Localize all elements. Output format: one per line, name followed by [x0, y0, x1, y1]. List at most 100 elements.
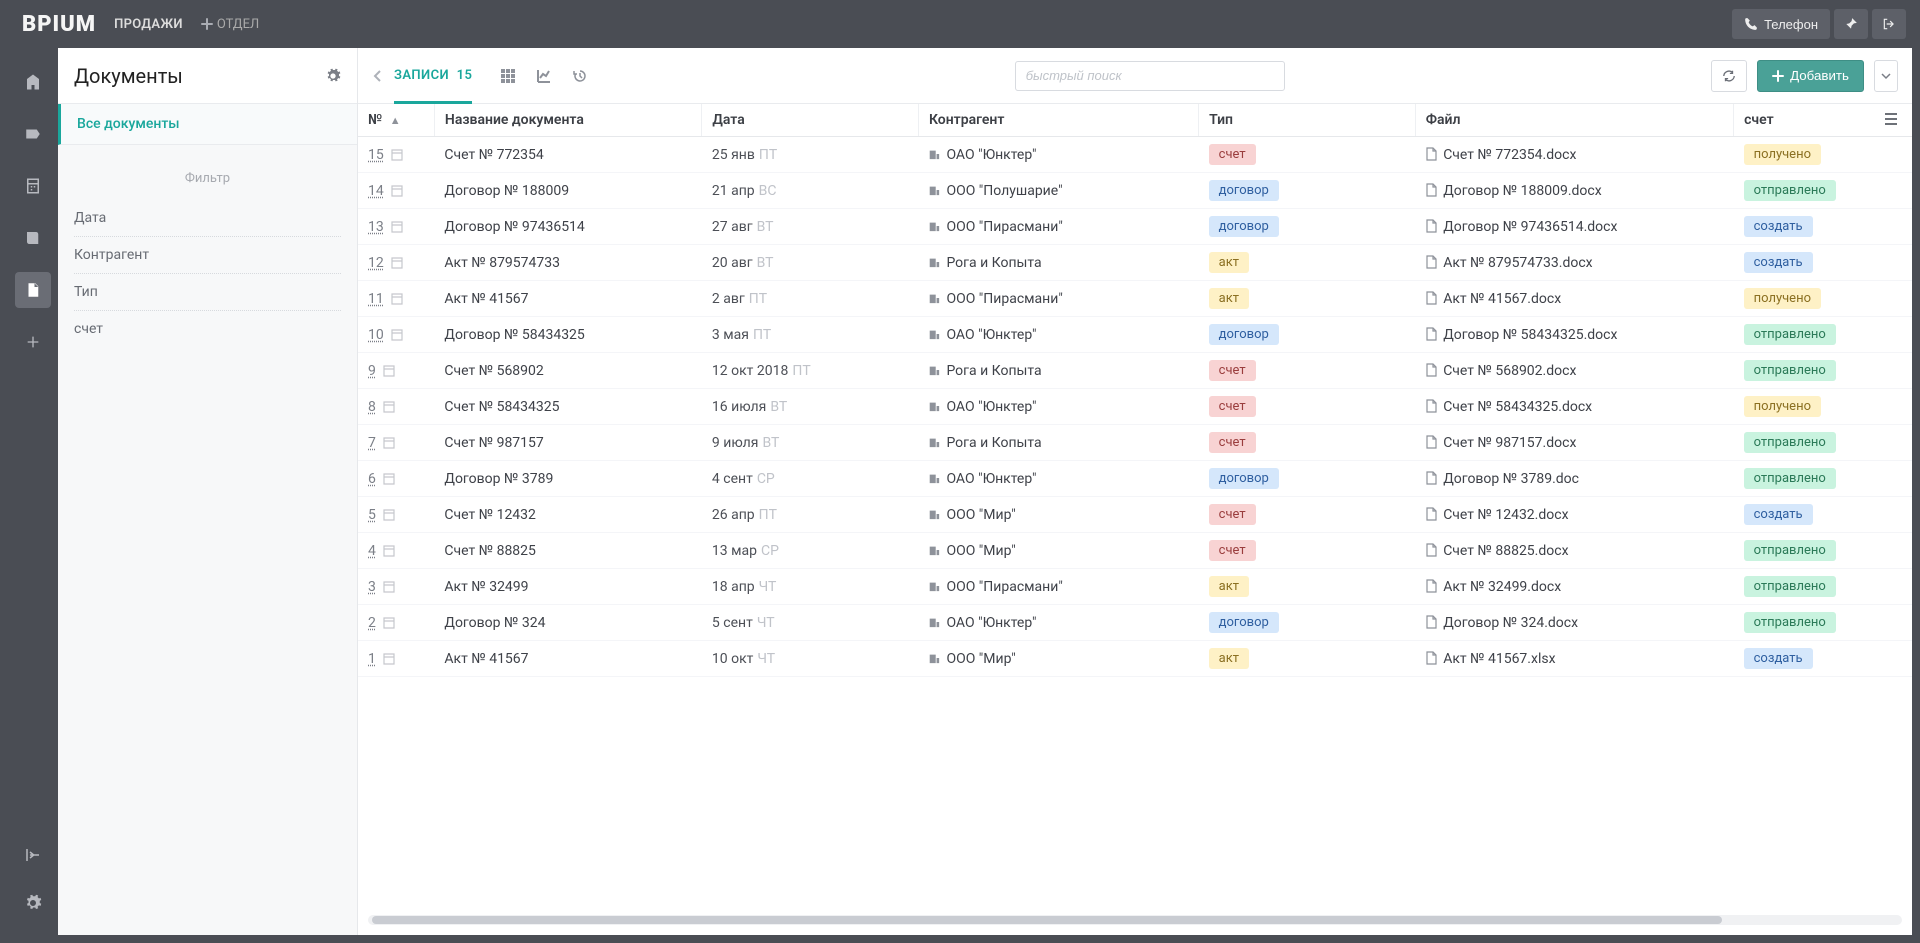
rail-tag-icon[interactable] — [15, 116, 51, 152]
records-tab[interactable]: ЗАПИСИ 15 — [394, 68, 472, 104]
cell-date: 21 апрВС — [702, 173, 919, 209]
table-row[interactable]: 11Акт № 415672 авгПТООО "Пирасмани"актАк… — [358, 281, 1912, 317]
table-row[interactable]: 7Счет № 9871579 июляВТРога и КопытасчетС… — [358, 425, 1912, 461]
table-row[interactable]: 9Счет № 56890212 окт 2018ПТРога и Копыта… — [358, 353, 1912, 389]
row-number-link[interactable]: 4 — [368, 543, 376, 559]
cell-name: Договор № 188009 — [434, 173, 701, 209]
row-number-link[interactable]: 6 — [368, 471, 376, 487]
row-number-link[interactable]: 2 — [368, 615, 376, 631]
row-number-link[interactable]: 15 — [368, 147, 384, 163]
rail-docs-icon[interactable] — [15, 272, 51, 308]
table-row[interactable]: 13Договор № 9743651427 авгВТООО "Пирасма… — [358, 209, 1912, 245]
table-row[interactable]: 15Счет № 77235425 янвПТОАО "Юнктер"счетС… — [358, 137, 1912, 173]
view-grid-button[interactable] — [500, 68, 516, 84]
refresh-button[interactable] — [1711, 60, 1747, 92]
cell-file[interactable]: Счет № 12432.docx — [1415, 497, 1733, 533]
nav-back-button[interactable] — [372, 70, 384, 82]
table-row[interactable]: 5Счет № 1243226 апрПТООО "Мир"счетСчет №… — [358, 497, 1912, 533]
row-number-link[interactable]: 9 — [368, 363, 376, 379]
filter-item[interactable]: Контрагент — [74, 237, 341, 274]
view-history-button[interactable] — [572, 68, 588, 84]
cell-file[interactable]: Договор № 188009.docx — [1415, 173, 1733, 209]
add-dropdown-button[interactable] — [1874, 60, 1898, 92]
cell-file[interactable]: Акт № 32499.docx — [1415, 569, 1733, 605]
cell-name: Акт № 32499 — [434, 569, 701, 605]
col-contragent[interactable]: Контрагент — [918, 104, 1198, 137]
scrollbar-thumb[interactable] — [372, 916, 1722, 924]
cell-type: счет — [1199, 533, 1416, 569]
view-chart-button[interactable] — [536, 68, 552, 84]
cell-contragent: Рога и Копыта — [918, 245, 1198, 281]
cell-contragent: ООО "Пирасмани" — [918, 209, 1198, 245]
table-row[interactable]: 1Акт № 4156710 октЧТООО "Мир"актАкт № 41… — [358, 641, 1912, 677]
table-container: № ▲ Название документа Дата Контрагент Т… — [358, 104, 1912, 909]
cell-type: счет — [1199, 137, 1416, 173]
rail-calc-icon[interactable] — [15, 168, 51, 204]
rail-gear-icon[interactable] — [15, 885, 51, 921]
cell-file[interactable]: Счет № 568902.docx — [1415, 353, 1733, 389]
col-type[interactable]: Тип — [1199, 104, 1416, 137]
cell-name: Счет № 58434325 — [434, 389, 701, 425]
row-number-link[interactable]: 1 — [368, 651, 376, 667]
filter-item[interactable]: счет — [74, 311, 341, 347]
records-count: 15 — [457, 68, 473, 83]
horizontal-scrollbar[interactable] — [368, 915, 1902, 925]
col-status[interactable]: счет — [1734, 104, 1912, 137]
filter-item[interactable]: Тип — [74, 274, 341, 311]
col-number[interactable]: № ▲ — [358, 104, 434, 137]
cell-file[interactable]: Акт № 879574733.docx — [1415, 245, 1733, 281]
pin-icon — [1844, 17, 1858, 31]
col-date[interactable]: Дата — [702, 104, 919, 137]
rail-import-icon[interactable] — [15, 837, 51, 873]
rail-building-icon[interactable] — [15, 64, 51, 100]
cell-file[interactable]: Акт № 41567.xlsx — [1415, 641, 1733, 677]
window-icon — [391, 149, 403, 161]
row-number-link[interactable]: 12 — [368, 255, 384, 271]
phone-button[interactable]: Телефон — [1732, 9, 1830, 39]
row-number-link[interactable]: 14 — [368, 183, 384, 199]
row-number-link[interactable]: 11 — [368, 291, 384, 307]
table-row[interactable]: 2Договор № 3245 сентЧТОАО "Юнктер"догово… — [358, 605, 1912, 641]
table-row[interactable]: 10Договор № 584343253 маяПТОАО "Юнктер"д… — [358, 317, 1912, 353]
cell-file[interactable]: Счет № 88825.docx — [1415, 533, 1733, 569]
table-row[interactable]: 6Договор № 37894 сентСРОАО "Юнктер"догов… — [358, 461, 1912, 497]
table-row[interactable]: 4Счет № 8882513 марСРООО "Мир"счетСчет №… — [358, 533, 1912, 569]
row-number-link[interactable]: 7 — [368, 435, 376, 451]
columns-config-button[interactable] — [1884, 112, 1898, 126]
row-number-link[interactable]: 3 — [368, 579, 376, 595]
plus-icon — [201, 18, 213, 30]
table-row[interactable]: 14Договор № 18800921 апрВСООО "Полушарие… — [358, 173, 1912, 209]
row-number-link[interactable]: 10 — [368, 327, 384, 343]
cell-file[interactable]: Договор № 3789.doc — [1415, 461, 1733, 497]
nav-sales[interactable]: ПРОДАЖИ — [114, 17, 183, 32]
org-icon — [928, 435, 940, 451]
cell-file[interactable]: Договор № 324.docx — [1415, 605, 1733, 641]
table-row[interactable]: 8Счет № 5843432516 июляВТОАО "Юнктер"сче… — [358, 389, 1912, 425]
sidebar-current-view[interactable]: Все документы — [58, 104, 357, 145]
filter-item[interactable]: Дата — [74, 200, 341, 237]
cell-file[interactable]: Договор № 97436514.docx — [1415, 209, 1733, 245]
cell-file[interactable]: Счет № 987157.docx — [1415, 425, 1733, 461]
rail-book-icon[interactable] — [15, 220, 51, 256]
cell-file[interactable]: Акт № 41567.docx — [1415, 281, 1733, 317]
add-department-button[interactable]: ОТДЕЛ — [201, 17, 259, 32]
search-input[interactable] — [1015, 61, 1285, 91]
cell-file[interactable]: Счет № 772354.docx — [1415, 137, 1733, 173]
table-row[interactable]: 12Акт № 87957473320 авгВТРога и Копытаак… — [358, 245, 1912, 281]
logout-button[interactable] — [1872, 9, 1906, 39]
row-number-link[interactable]: 5 — [368, 507, 376, 523]
col-name[interactable]: Название документа — [434, 104, 701, 137]
col-type-label: Тип — [1209, 112, 1233, 128]
sidebar-gear-button[interactable] — [325, 68, 341, 84]
cell-file[interactable]: Договор № 58434325.docx — [1415, 317, 1733, 353]
table-row[interactable]: 3Акт № 3249918 апрЧТООО "Пирасмани"актАк… — [358, 569, 1912, 605]
pin-button[interactable] — [1834, 9, 1868, 39]
cell-status: получено — [1734, 281, 1912, 317]
cell-file[interactable]: Счет № 58434325.docx — [1415, 389, 1733, 425]
add-button[interactable]: Добавить — [1757, 60, 1864, 92]
row-number-link[interactable]: 13 — [368, 219, 384, 235]
col-file[interactable]: Файл — [1415, 104, 1733, 137]
rail-add-icon[interactable] — [15, 324, 51, 360]
row-number-link[interactable]: 8 — [368, 399, 376, 415]
window-icon — [383, 653, 395, 665]
